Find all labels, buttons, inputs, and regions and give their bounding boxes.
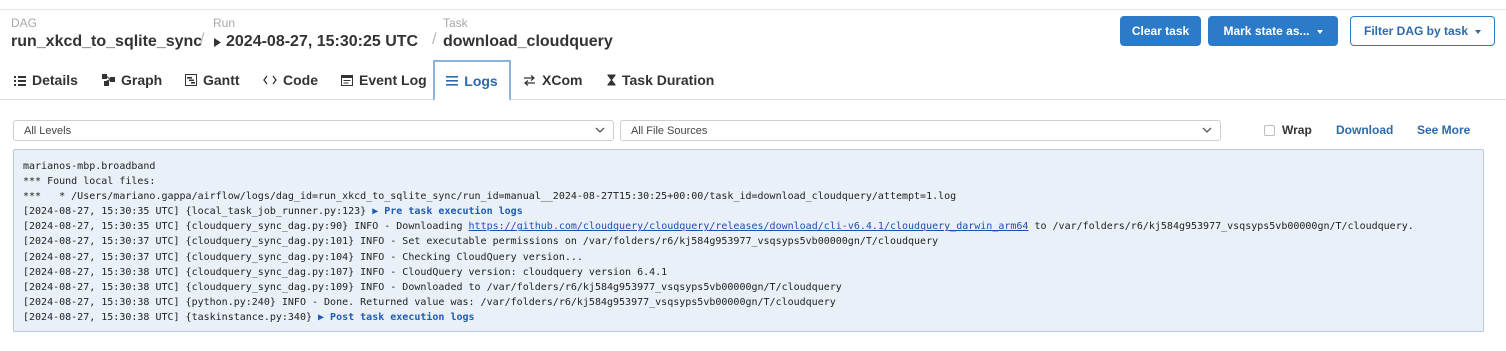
log-line: [2024-08-27, 15:30:38 UTC] {taskinstance… <box>23 310 1474 325</box>
log-line: [2024-08-27, 15:30:35 UTC] {cloudquery_s… <box>23 219 1474 234</box>
tab-graph[interactable]: Graph <box>102 60 162 100</box>
tab-label: Logs <box>464 72 498 89</box>
breadcrumb-task[interactable]: Task download_cloudquery <box>443 16 613 52</box>
run-value-wrap[interactable]: 2024-08-27, 15:30:25 UTC <box>213 32 418 52</box>
breadcrumb-run[interactable]: Run 2024-08-27, 15:30:25 UTC <box>213 16 418 52</box>
clear-task-button[interactable]: Clear task <box>1120 16 1201 46</box>
breadcrumb-dag[interactable]: DAG run_xkcd_to_sqlite_sync <box>11 16 202 52</box>
download-link[interactable]: Download <box>1336 123 1393 137</box>
mark-state-label: Mark state as... <box>1223 24 1310 38</box>
see-more-link[interactable]: See More <box>1417 123 1470 137</box>
levels-select-value: All Levels <box>24 124 72 137</box>
gantt-icon <box>185 74 197 86</box>
tab-label: XCom <box>542 72 583 88</box>
tab-details[interactable]: Details <box>14 60 78 100</box>
tab-code[interactable]: Code <box>263 60 318 100</box>
tab-label: Graph <box>121 72 163 88</box>
log-line: [2024-08-27, 15:30:35 UTC] {local_task_j… <box>23 204 1474 219</box>
hourglass-icon <box>607 74 616 86</box>
tab-xcom[interactable]: XCom <box>523 60 582 100</box>
caret-down-icon <box>1475 29 1482 34</box>
chevron-down-icon <box>595 127 605 133</box>
caret-down-icon <box>1316 29 1323 34</box>
task-name[interactable]: download_cloudquery <box>443 32 613 52</box>
log-line: [2024-08-27, 15:30:37 UTC] {cloudquery_s… <box>23 236 939 248</box>
filter-dag-label: Filter DAG by task <box>1363 24 1469 38</box>
play-icon <box>214 37 221 47</box>
clear-task-label: Clear task <box>1131 24 1190 38</box>
tab-label: Details <box>32 72 78 88</box>
tab-task-duration[interactable]: Task Duration <box>607 60 714 100</box>
wrap-checkbox[interactable] <box>1264 124 1275 136</box>
run-value: 2024-08-27, 15:30:25 UTC <box>226 33 419 50</box>
tab-label: Gantt <box>203 72 240 88</box>
log-line: [2024-08-27, 15:30:38 UTC] {cloudquery_s… <box>23 281 842 293</box>
dag-name[interactable]: run_xkcd_to_sqlite_sync <box>11 32 202 52</box>
chevron-down-icon <box>1202 127 1212 133</box>
log-line: [2024-08-27, 15:30:38 UTC] {python.py:24… <box>23 296 836 308</box>
list-icon <box>14 75 26 86</box>
arrows-icon <box>524 74 535 86</box>
sources-select[interactable]: All File Sources <box>620 120 1221 141</box>
log-line: *** * /Users/mariano.gappa/airflow/logs/… <box>23 191 957 203</box>
log-line: [2024-08-27, 15:30:38 UTC] {cloudquery_s… <box>23 266 668 278</box>
log-line-text: [2024-08-27, 15:30:38 UTC] {taskinstance… <box>23 311 319 323</box>
filter-dag-button[interactable]: Filter DAG by task <box>1350 16 1495 46</box>
breadcrumb-separator: / <box>200 31 205 48</box>
log-line-text: [2024-08-27, 15:30:35 UTC] {local_task_j… <box>23 206 373 218</box>
code-icon <box>263 75 277 85</box>
wrap-toggle[interactable]: Wrap <box>1264 123 1312 137</box>
tabs-divider <box>0 99 1506 100</box>
pre-task-logs-toggle[interactable]: ▶ Pre task execution logs <box>372 206 523 217</box>
log-line: marianos-mbp.broadband <box>23 161 156 172</box>
tab-bar: Details Graph Gantt Code Event Log Logs … <box>0 60 1506 101</box>
log-line-text: [2024-08-27, 15:30:35 UTC] {cloudquery_s… <box>23 221 469 233</box>
tab-event-log[interactable]: Event Log <box>341 60 427 100</box>
sources-select-value: All File Sources <box>631 124 708 137</box>
wrap-label: Wrap <box>1282 123 1312 137</box>
download-url-link[interactable]: https://github.com/cloudquery/cloudquery… <box>469 221 1029 232</box>
tab-gantt[interactable]: Gantt <box>185 60 240 100</box>
mark-state-button[interactable]: Mark state as... <box>1208 16 1338 46</box>
event-log-icon <box>341 75 353 86</box>
dag-label: DAG <box>11 16 38 30</box>
task-label: Task <box>443 16 468 30</box>
log-line-suffix: to /var/folders/r6/kj584g953977_vsqsyps5… <box>1028 221 1414 233</box>
graph-icon <box>102 74 115 86</box>
post-task-logs-toggle[interactable]: ▶ Post task execution logs <box>318 312 475 323</box>
run-label: Run <box>213 16 236 30</box>
log-line: [2024-08-27, 15:30:37 UTC] {cloudquery_s… <box>23 251 583 263</box>
levels-select[interactable]: All Levels <box>13 120 614 141</box>
top-divider <box>0 9 1506 10</box>
tab-logs[interactable]: Logs <box>433 60 511 101</box>
breadcrumb-separator: / <box>432 31 437 48</box>
log-line: *** Found local files: <box>23 176 156 188</box>
log-output[interactable]: marianos-mbp.broadband *** Found local f… <box>13 149 1484 332</box>
lines-icon <box>446 75 459 86</box>
tab-label: Event Log <box>359 72 427 88</box>
tab-label: Code <box>283 72 318 88</box>
tab-label: Task Duration <box>622 72 715 88</box>
